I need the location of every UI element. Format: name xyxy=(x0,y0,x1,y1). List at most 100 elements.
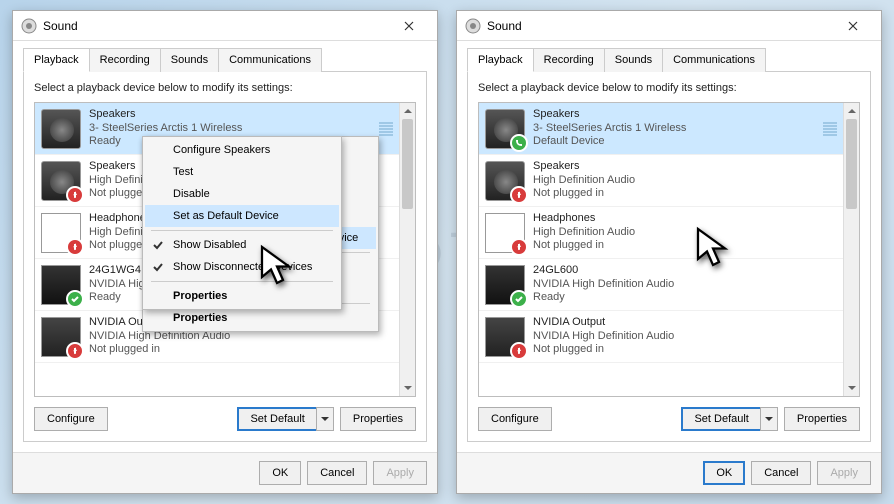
tabs: Playback Recording Sounds Communications xyxy=(467,47,871,72)
menu-item[interactable]: Test xyxy=(145,161,339,183)
unplugged-badge-icon xyxy=(66,238,84,256)
sound-icon xyxy=(465,18,481,34)
menu-item-label: Configure Speakers xyxy=(173,144,270,156)
device-item[interactable]: SpeakersHigh Definition AudioNot plugged… xyxy=(479,155,843,207)
apply-button[interactable]: Apply xyxy=(817,461,871,485)
titlebar: Sound xyxy=(457,11,881,41)
device-icon xyxy=(485,213,525,253)
tab-communications[interactable]: Communications xyxy=(662,48,766,72)
tabs: Playback Recording Sounds Communications xyxy=(23,47,427,72)
device-item[interactable]: 24GL600NVIDIA High Definition AudioReady xyxy=(479,259,843,311)
menu-item[interactable]: Disable xyxy=(145,183,339,205)
menu-item[interactable]: Set as Default Device xyxy=(145,205,339,227)
menu-item-label: Set as Default Device xyxy=(173,210,279,222)
titlebar: Sound xyxy=(13,11,437,41)
cancel-button[interactable]: Cancel xyxy=(307,461,367,485)
window-title: Sound xyxy=(487,19,833,33)
device-subtitle: NVIDIA High Definition Audio xyxy=(533,278,837,292)
cancel-button[interactable]: Cancel xyxy=(751,461,811,485)
tab-playback[interactable]: Playback xyxy=(467,48,534,72)
close-button[interactable] xyxy=(389,12,429,40)
scrollbar[interactable] xyxy=(843,103,859,396)
device-status: Ready xyxy=(533,291,837,305)
device-subtitle: 3- SteelSeries Arctis 1 Wireless xyxy=(89,122,369,136)
device-icon xyxy=(41,213,81,253)
device-item[interactable]: NVIDIA OutputNVIDIA High Definition Audi… xyxy=(479,311,843,363)
tab-playback[interactable]: Playback xyxy=(23,48,90,72)
scroll-thumb[interactable] xyxy=(846,119,857,209)
device-icon xyxy=(485,317,525,357)
menu-item[interactable]: Configure Speakers xyxy=(145,139,339,161)
context-menu: Configure Speakers Test Disable Set as Defa… xyxy=(142,136,342,310)
instruction-text: Select a playback device below to modify… xyxy=(478,82,860,94)
ok-button[interactable]: OK xyxy=(259,461,301,485)
window-title: Sound xyxy=(43,19,389,33)
menu-item-label: Show Disconnected Devices xyxy=(173,261,312,273)
chevron-down-icon[interactable] xyxy=(760,407,778,431)
configure-button[interactable]: Configure xyxy=(34,407,108,431)
menu-item-label: Show Disabled xyxy=(173,239,246,251)
unplugged-badge-icon xyxy=(66,342,84,360)
device-status: Not plugged in xyxy=(533,343,837,357)
device-icon xyxy=(41,265,81,305)
menu-item-label: Disable xyxy=(173,188,210,200)
device-item[interactable]: Speakers3- SteelSeries Arctis 1 Wireless… xyxy=(479,103,843,155)
device-icon xyxy=(41,109,81,149)
scroll-up-icon[interactable] xyxy=(844,103,859,119)
tab-sounds[interactable]: Sounds xyxy=(160,48,219,72)
device-name: Speakers xyxy=(533,108,813,122)
device-status: Not plugged in xyxy=(533,239,837,253)
phone-badge-icon xyxy=(510,134,528,152)
device-item[interactable]: HeadphonesHigh Definition AudioNot plugg… xyxy=(479,207,843,259)
device-list: Speakers3- SteelSeries Arctis 1 Wireless… xyxy=(478,102,860,397)
scroll-down-icon[interactable] xyxy=(844,380,859,396)
sound-dialog-right: Sound Playback Recording Sounds Communic… xyxy=(456,10,882,494)
tab-sounds[interactable]: Sounds xyxy=(604,48,663,72)
tab-communications[interactable]: Communications xyxy=(218,48,322,72)
set-default-button[interactable]: Set Default xyxy=(237,407,315,431)
tab-recording[interactable]: Recording xyxy=(533,48,605,72)
menu-item[interactable]: Show Disabled xyxy=(145,234,339,256)
device-subtitle: 3- SteelSeries Arctis 1 Wireless xyxy=(533,122,813,136)
device-name: 24GL600 xyxy=(533,264,837,278)
device-name: Speakers xyxy=(533,160,837,174)
ok-button[interactable]: OK xyxy=(703,461,745,485)
device-status: Default Device xyxy=(533,135,813,149)
device-name: Speakers xyxy=(89,108,369,122)
device-name: NVIDIA Output xyxy=(533,316,837,330)
scroll-up-icon[interactable] xyxy=(400,103,415,119)
unplugged-badge-icon xyxy=(510,238,528,256)
menu-item[interactable]: Properties xyxy=(145,285,339,307)
menu-item[interactable]: Show Disconnected Devices xyxy=(145,256,339,278)
apply-button[interactable]: Apply xyxy=(373,461,427,485)
properties-button[interactable]: Properties xyxy=(784,407,860,431)
menu-item-label: Properties xyxy=(173,290,227,302)
scrollbar[interactable] xyxy=(399,103,415,396)
device-subtitle: High Definition Audio xyxy=(533,226,837,240)
close-button[interactable] xyxy=(833,12,873,40)
instruction-text: Select a playback device below to modify… xyxy=(34,82,416,94)
set-default-button[interactable]: Set Default xyxy=(681,407,759,431)
level-meter-icon xyxy=(377,122,393,136)
device-subtitle: High Definition Audio xyxy=(533,174,837,188)
chevron-down-icon[interactable] xyxy=(316,407,334,431)
configure-button[interactable]: Configure xyxy=(478,407,552,431)
level-meter-icon xyxy=(821,122,837,136)
scroll-thumb[interactable] xyxy=(402,119,413,209)
device-icon xyxy=(485,265,525,305)
device-icon xyxy=(485,161,525,201)
scroll-down-icon[interactable] xyxy=(400,380,415,396)
unplugged-badge-icon xyxy=(510,186,528,204)
menu-item-label: Test xyxy=(173,166,193,178)
device-icon xyxy=(485,109,525,149)
menu-separator xyxy=(151,281,333,282)
menu-item[interactable]: Properties xyxy=(145,307,376,329)
sound-icon xyxy=(21,18,37,34)
unplugged-badge-icon xyxy=(66,186,84,204)
menu-item-label: Properties xyxy=(173,312,227,324)
tab-recording[interactable]: Recording xyxy=(89,48,161,72)
properties-button[interactable]: Properties xyxy=(340,407,416,431)
set-default-split-button[interactable]: Set Default xyxy=(681,407,777,431)
set-default-split-button[interactable]: Set Default xyxy=(237,407,333,431)
checkmark-icon xyxy=(151,260,165,274)
